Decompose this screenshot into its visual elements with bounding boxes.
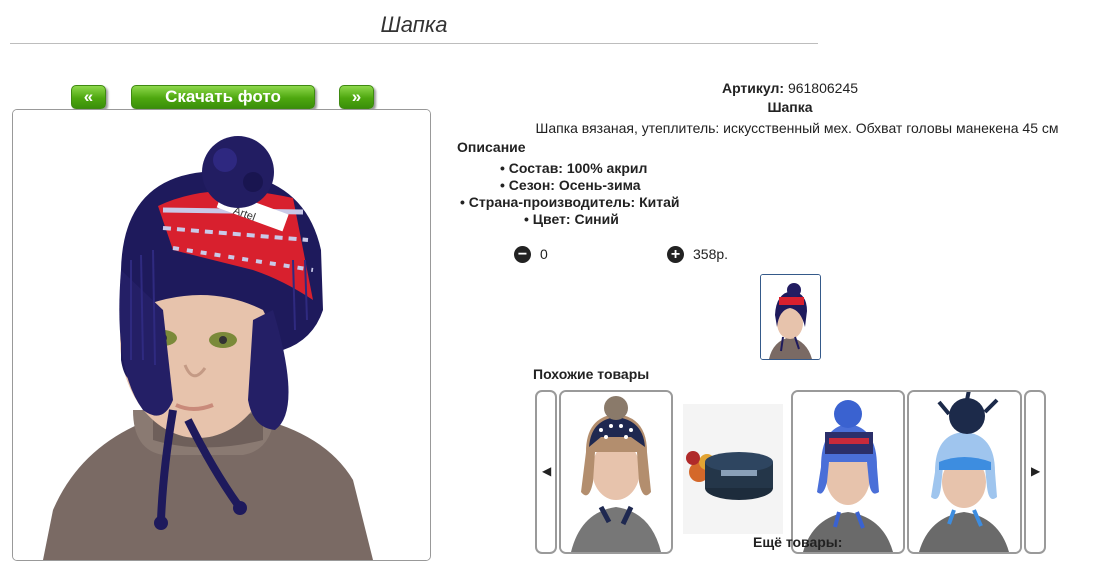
article-line: Артикул: 961806245 bbox=[450, 80, 1098, 96]
price-value: 358р. bbox=[693, 246, 729, 262]
arrow-right-icon: ▶ bbox=[1031, 464, 1041, 478]
arrow-left-icon: ◀ bbox=[542, 464, 552, 478]
plus-circle-icon[interactable]: + bbox=[667, 246, 684, 263]
prev-photo-button[interactable]: « bbox=[71, 85, 106, 109]
description-heading: Описание bbox=[457, 139, 526, 155]
article-label: Артикул: bbox=[721, 80, 785, 96]
feature-item: Цвет: Синий bbox=[524, 211, 619, 227]
similar-product-card[interactable] bbox=[907, 390, 1022, 554]
similar-product-photo bbox=[561, 392, 671, 552]
product-photo: Artel bbox=[13, 110, 430, 560]
minus-circle-icon[interactable]: − bbox=[514, 246, 531, 263]
thumbnail-photo bbox=[761, 275, 820, 359]
similar-product-card[interactable] bbox=[677, 390, 789, 554]
main-product-image[interactable]: Artel bbox=[12, 109, 431, 561]
feature-item: Страна-производитель: Китай bbox=[460, 194, 680, 210]
carousel-prev-button[interactable]: ◀ bbox=[535, 390, 557, 554]
carousel-next-button[interactable]: ▶ bbox=[1024, 390, 1046, 554]
product-name: Шапка bbox=[767, 99, 813, 115]
page-title: Шапка bbox=[380, 12, 448, 37]
similar-product-photo bbox=[909, 392, 1020, 552]
download-photo-button[interactable]: Скачать фото bbox=[131, 85, 315, 109]
feature-item: Сезон: Осень-зима bbox=[500, 177, 641, 193]
title-divider bbox=[10, 43, 818, 44]
quantity-value: 0 bbox=[540, 246, 548, 262]
similar-product-photo bbox=[683, 404, 783, 534]
similar-products-heading: Похожие товары bbox=[533, 366, 650, 382]
feature-item: Состав: 100% акрил bbox=[500, 160, 648, 176]
next-photo-button[interactable]: » bbox=[339, 85, 374, 109]
similar-product-photo bbox=[793, 392, 903, 552]
product-thumbnail[interactable] bbox=[760, 274, 821, 360]
similar-product-card[interactable] bbox=[559, 390, 673, 554]
more-products-label: Ещё товары: bbox=[753, 534, 843, 550]
similar-product-card[interactable] bbox=[791, 390, 905, 554]
product-description: Шапка вязаная, утеплитель: искусственный… bbox=[535, 120, 1059, 136]
article-value: 961806245 bbox=[787, 80, 859, 96]
